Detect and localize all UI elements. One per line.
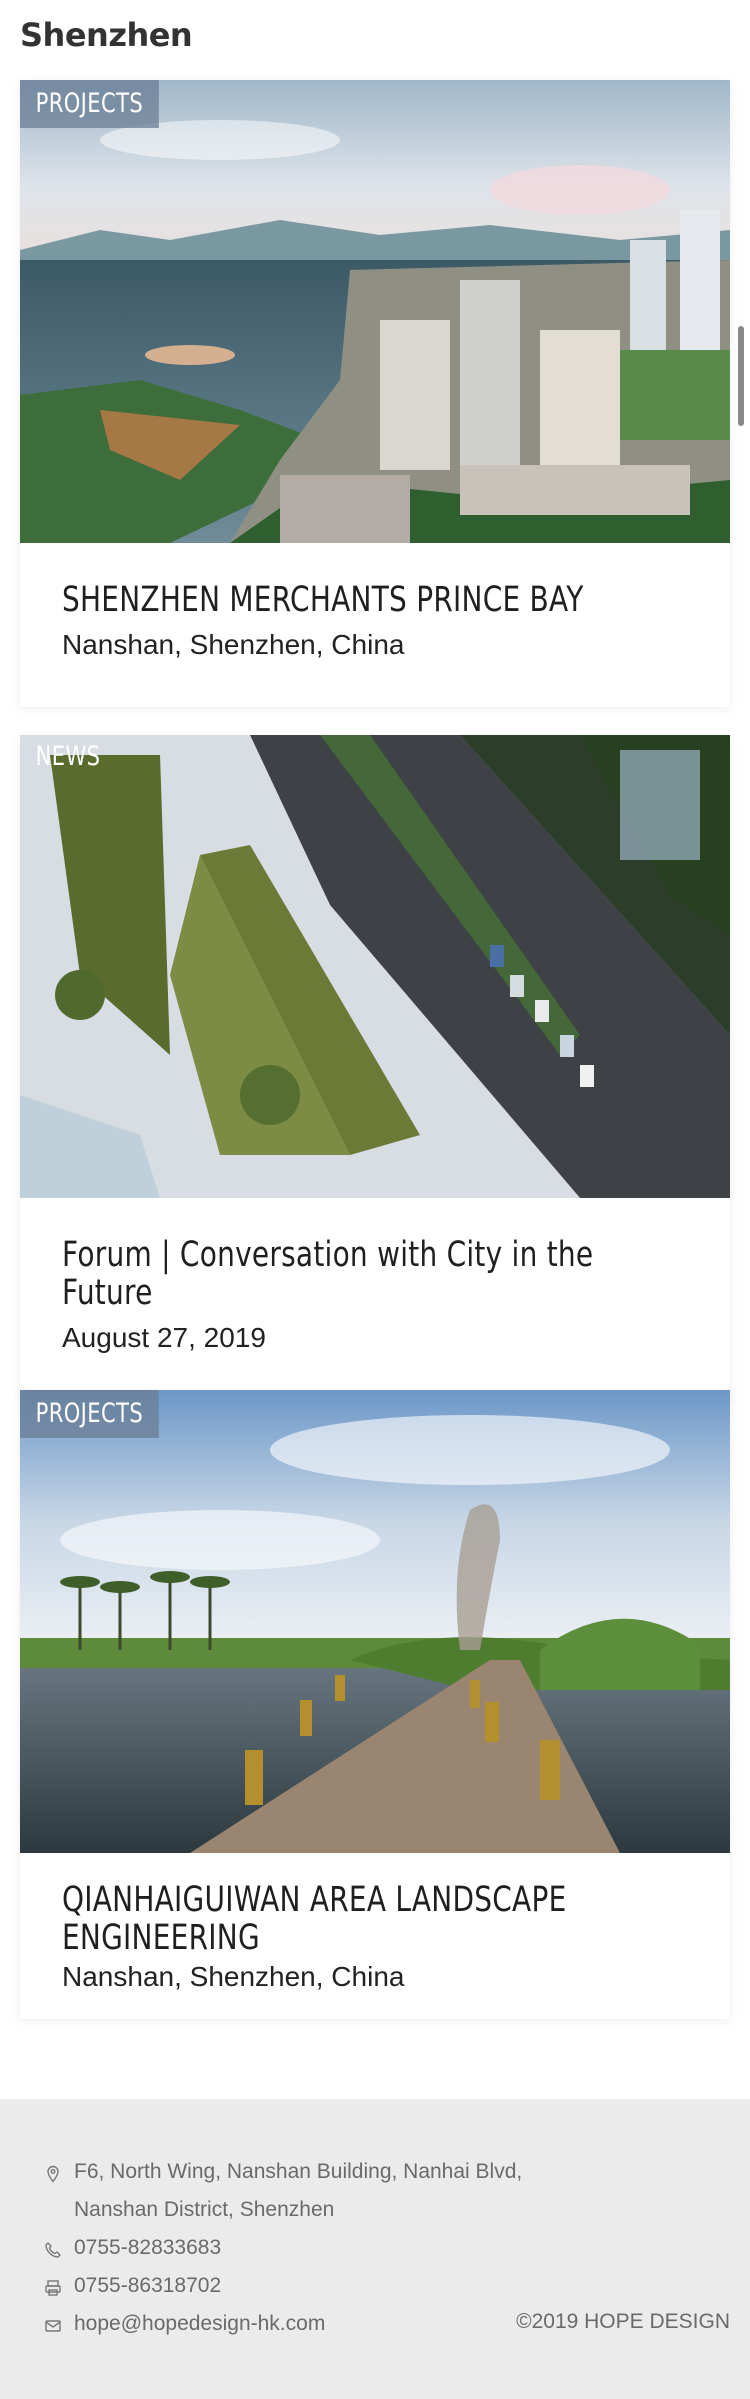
phone-icon: [44, 2241, 62, 2259]
project-card[interactable]: PROJECTS QIANHAIGUIWAN AREA LANDSCAPE EN…: [20, 1390, 730, 2019]
address-line-2: Nanshan District, Shenzhen: [74, 2198, 335, 2221]
card-title[interactable]: Forum | Conversation with City in the Fu…: [62, 1236, 688, 1312]
card-image[interactable]: PROJECTS: [20, 1390, 730, 1853]
scrollbar[interactable]: [738, 326, 744, 426]
mail-icon: [44, 2317, 62, 2335]
card-date: August 27, 2019: [62, 1322, 266, 1353]
category-tag: NEWS: [35, 741, 101, 772]
location-pin-icon: [44, 2165, 62, 2183]
project-card[interactable]: PROJECTS SHENZHEN MERCHANTS PRINCE BAY N…: [20, 80, 730, 707]
email-link[interactable]: hope@hopedesign-hk.com: [74, 2305, 325, 2343]
footer-phone[interactable]: 0755-82833683: [44, 2236, 221, 2267]
fax-icon: [44, 2279, 62, 2297]
page-title: Shenzhen: [20, 16, 193, 54]
footer-email[interactable]: hope@hopedesign-hk.com: [44, 2312, 325, 2343]
card-image[interactable]: PROJECTS: [20, 80, 730, 543]
card-title[interactable]: SHENZHEN MERCHANTS PRINCE BAY: [62, 581, 688, 619]
footer-address: F6, North Wing, Nanshan Building, Nanhai…: [44, 2160, 522, 2229]
category-tag: PROJECTS: [20, 80, 159, 128]
card-location: Nanshan, Shenzhen, China: [62, 629, 405, 660]
news-card[interactable]: NEWS Forum | Conversation with City in t…: [20, 735, 730, 1400]
prince-bay-image: [20, 80, 730, 543]
aerial-street-image: [20, 735, 730, 1198]
card-image[interactable]: NEWS: [20, 735, 730, 1198]
copyright: ©2019 HOPE DESIGN: [516, 2310, 730, 2333]
boardwalk-image: [20, 1390, 730, 1853]
fax-number: 0755-86318702: [74, 2274, 222, 2297]
card-location: Nanshan, Shenzhen, China: [62, 1961, 405, 1992]
category-tag: PROJECTS: [20, 1390, 159, 1438]
address-line-1: F6, North Wing, Nanshan Building, Nanhai…: [74, 2160, 523, 2183]
phone-number[interactable]: 0755-82833683: [74, 2229, 221, 2267]
footer-fax: 0755-86318702: [44, 2274, 221, 2305]
card-title[interactable]: QIANHAIGUIWAN AREA LANDSCAPE ENGINEERING: [62, 1881, 688, 1957]
